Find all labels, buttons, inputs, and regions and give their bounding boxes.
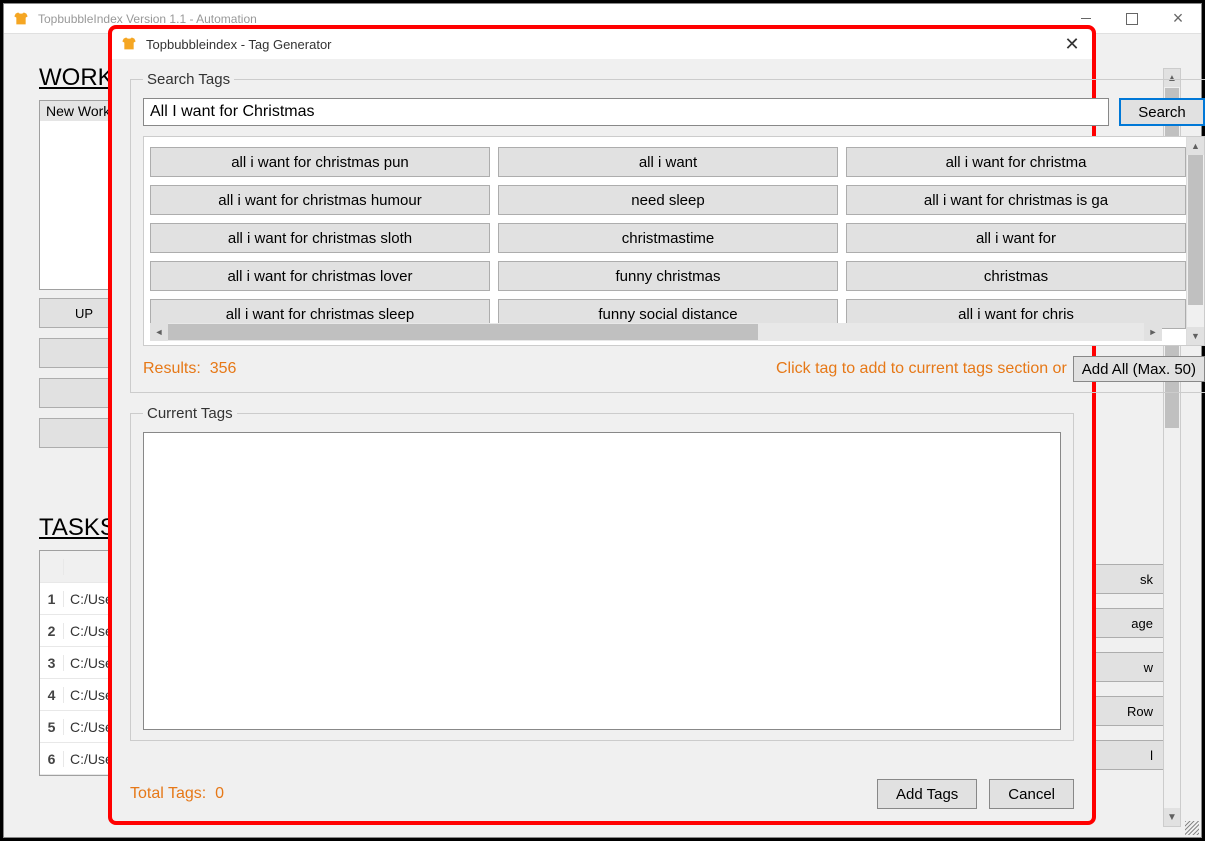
click-hint: Click tag to add to current tags section… — [776, 360, 1067, 378]
cancel-button[interactable]: Cancel — [989, 779, 1074, 809]
hscroll-right-icon[interactable]: ► — [1144, 323, 1162, 341]
tag-result-button[interactable]: all i want — [498, 147, 838, 177]
vscroll-down-icon[interactable]: ▼ — [1187, 327, 1204, 345]
scroll-down-icon[interactable]: ▼ — [1164, 808, 1180, 826]
dialog-body: Search Tags Search all i want for christ… — [112, 59, 1092, 821]
tag-hscrollbar[interactable]: ◄ ► — [150, 323, 1162, 341]
tag-result-button[interactable]: all i want for christmas pun — [150, 147, 490, 177]
dialog-titlebar: Topbubbleindex - Tag Generator ✕ — [112, 29, 1092, 59]
resize-grip-icon[interactable] — [1185, 821, 1199, 835]
tag-generator-dialog: Topbubbleindex - Tag Generator ✕ Search … — [108, 25, 1096, 825]
app-icon — [10, 8, 32, 30]
hscroll-left-icon[interactable]: ◄ — [150, 323, 168, 341]
tag-result-button[interactable]: all i want for christmas sloth — [150, 223, 490, 253]
main-close-button[interactable]: × — [1155, 4, 1201, 34]
main-title: TopbubbleIndex Version 1.1 - Automation — [38, 12, 1063, 26]
tag-result-button[interactable]: all i want for christmas lover — [150, 261, 490, 291]
tag-result-button[interactable]: all i want for christmas humour — [150, 185, 490, 215]
tag-result-button[interactable]: all i want for christma — [846, 147, 1186, 177]
tag-result-button[interactable]: christmas — [846, 261, 1186, 291]
add-all-button[interactable]: Add All (Max. 50) — [1073, 356, 1205, 382]
vscroll-up-icon[interactable]: ▲ — [1187, 137, 1204, 155]
dialog-close-button[interactable]: ✕ — [1052, 34, 1092, 55]
hscroll-thumb[interactable] — [168, 324, 758, 340]
maximize-button[interactable] — [1109, 4, 1155, 34]
current-tags-group: Current Tags — [130, 405, 1074, 741]
current-tags-legend: Current Tags — [143, 405, 237, 422]
total-tags-label: Total Tags: 0 — [130, 785, 224, 803]
tag-result-button[interactable]: all i want for — [846, 223, 1186, 253]
tag-result-button[interactable]: funny christmas — [498, 261, 838, 291]
vscroll-thumb[interactable] — [1188, 155, 1203, 305]
tag-vscrollbar[interactable]: ▲ ▼ — [1186, 137, 1204, 345]
results-label: Results: 356 — [143, 360, 236, 378]
dialog-title: Topbubbleindex - Tag Generator — [146, 37, 1052, 52]
search-legend: Search Tags — [143, 71, 234, 88]
tag-result-button[interactable]: need sleep — [498, 185, 838, 215]
dialog-bottom-row: Total Tags: 0 Add Tags Cancel — [130, 779, 1074, 809]
dialog-app-icon — [118, 33, 140, 55]
search-button[interactable]: Search — [1119, 98, 1205, 126]
current-tags-box[interactable] — [143, 432, 1061, 730]
search-input[interactable] — [143, 98, 1109, 126]
tag-result-button[interactable]: christmastime — [498, 223, 838, 253]
tag-results-area: all i want for christmas pun all i want al… — [143, 136, 1205, 346]
search-tags-group: Search Tags Search all i want for christ… — [130, 71, 1205, 393]
add-tags-button[interactable]: Add Tags — [877, 779, 977, 809]
tag-result-button[interactable]: all i want for christmas is ga — [846, 185, 1186, 215]
